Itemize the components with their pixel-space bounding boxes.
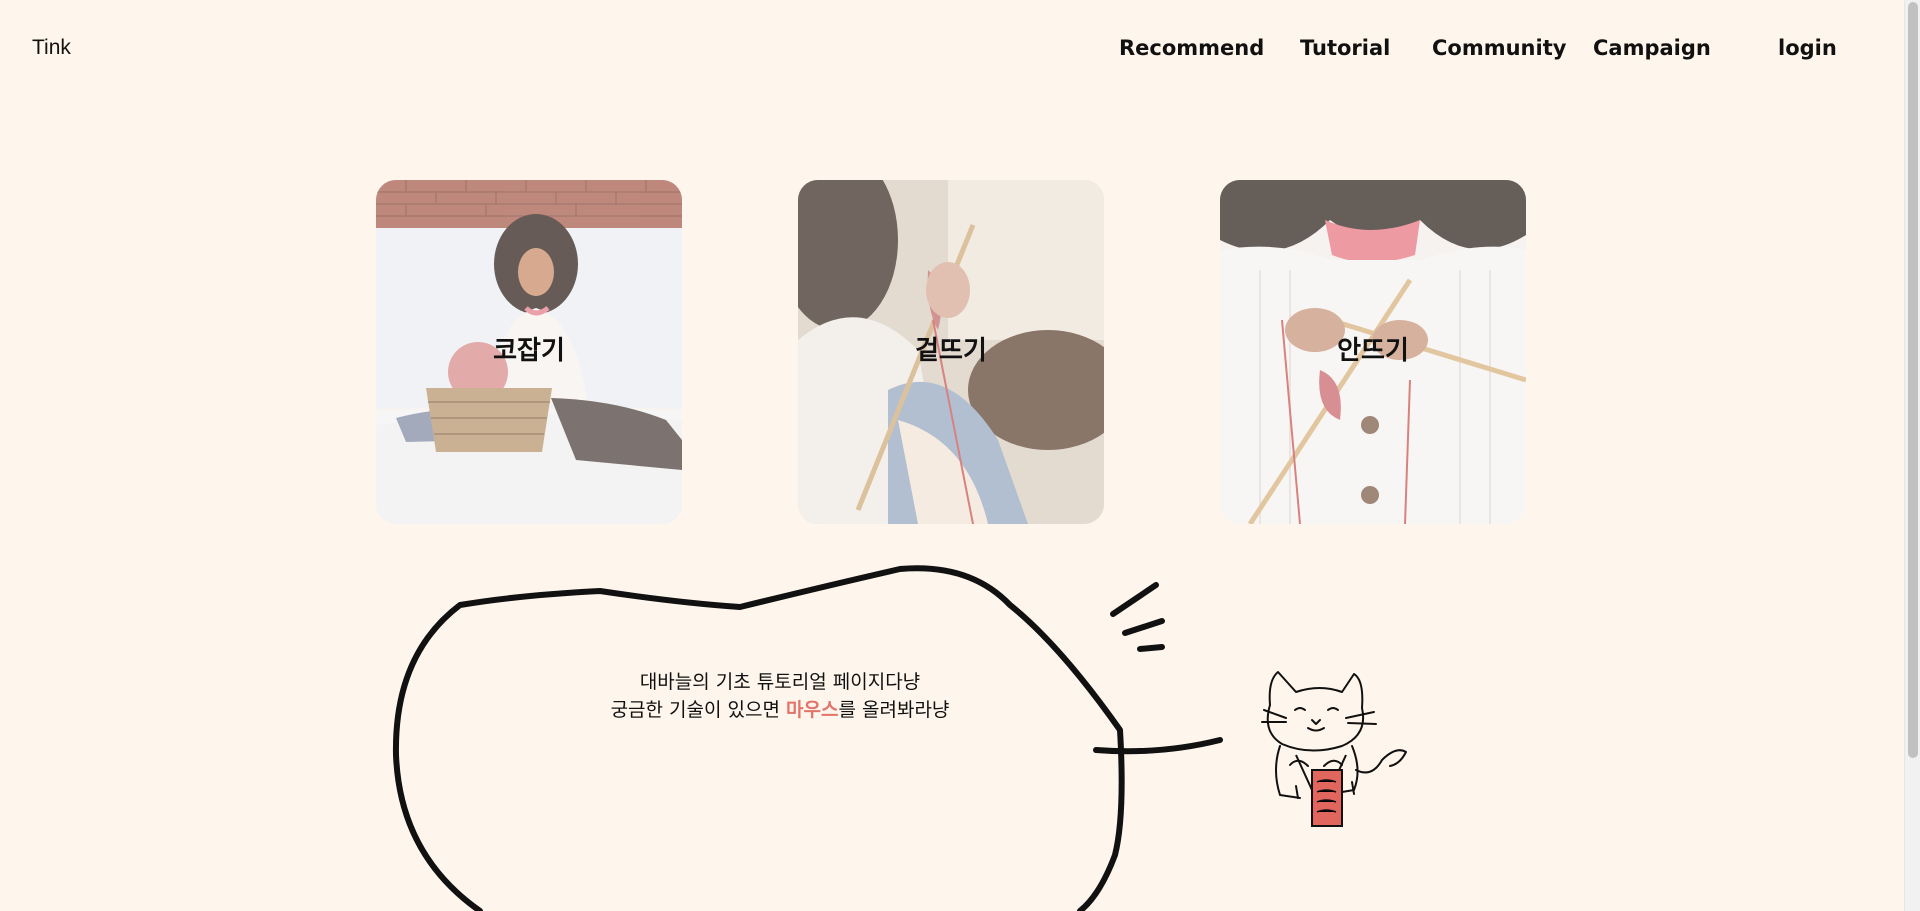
card-label: 코잡기 [493,336,565,366]
bubble-line-1: 대바늘의 기초 튜토리얼 페이지다냥 [639,671,921,693]
nav-community[interactable]: Community [1432,36,1566,60]
tutorial-card-purl-stitch[interactable]: 안뜨기 [1220,180,1526,524]
nav-recommend[interactable]: Recommend [1119,36,1264,60]
nav-tutorial[interactable]: Tutorial [1300,36,1390,60]
card-label: 안뜨기 [1337,336,1409,366]
bubble-text: 대바늘의 기초 튜토리얼 페이지다냥 궁금한 기술이 있으면 마우스를 올려봐라… [560,668,1000,724]
knitting-cat-icon [1261,671,1407,827]
speech-bubble [392,565,1223,911]
tutorial-card-cast-on[interactable]: 코잡기 [376,180,682,524]
scrollbar-thumb[interactable] [1908,2,1918,758]
vertical-scrollbar[interactable] [1904,0,1920,911]
main-nav: Recommend Tutorial Community Campaign lo… [0,36,1904,66]
card-label: 겉뜨기 [915,336,987,366]
mouse-highlight: 마우스 [786,699,839,721]
tutorial-card-knit-stitch[interactable]: 겉뜨기 [798,180,1104,524]
nav-login[interactable]: login [1778,36,1837,60]
bubble-line-2: 궁금한 기술이 있으면 마우스를 올려봐라냥 [610,699,950,721]
nav-campaign[interactable]: Campaign [1593,36,1711,60]
